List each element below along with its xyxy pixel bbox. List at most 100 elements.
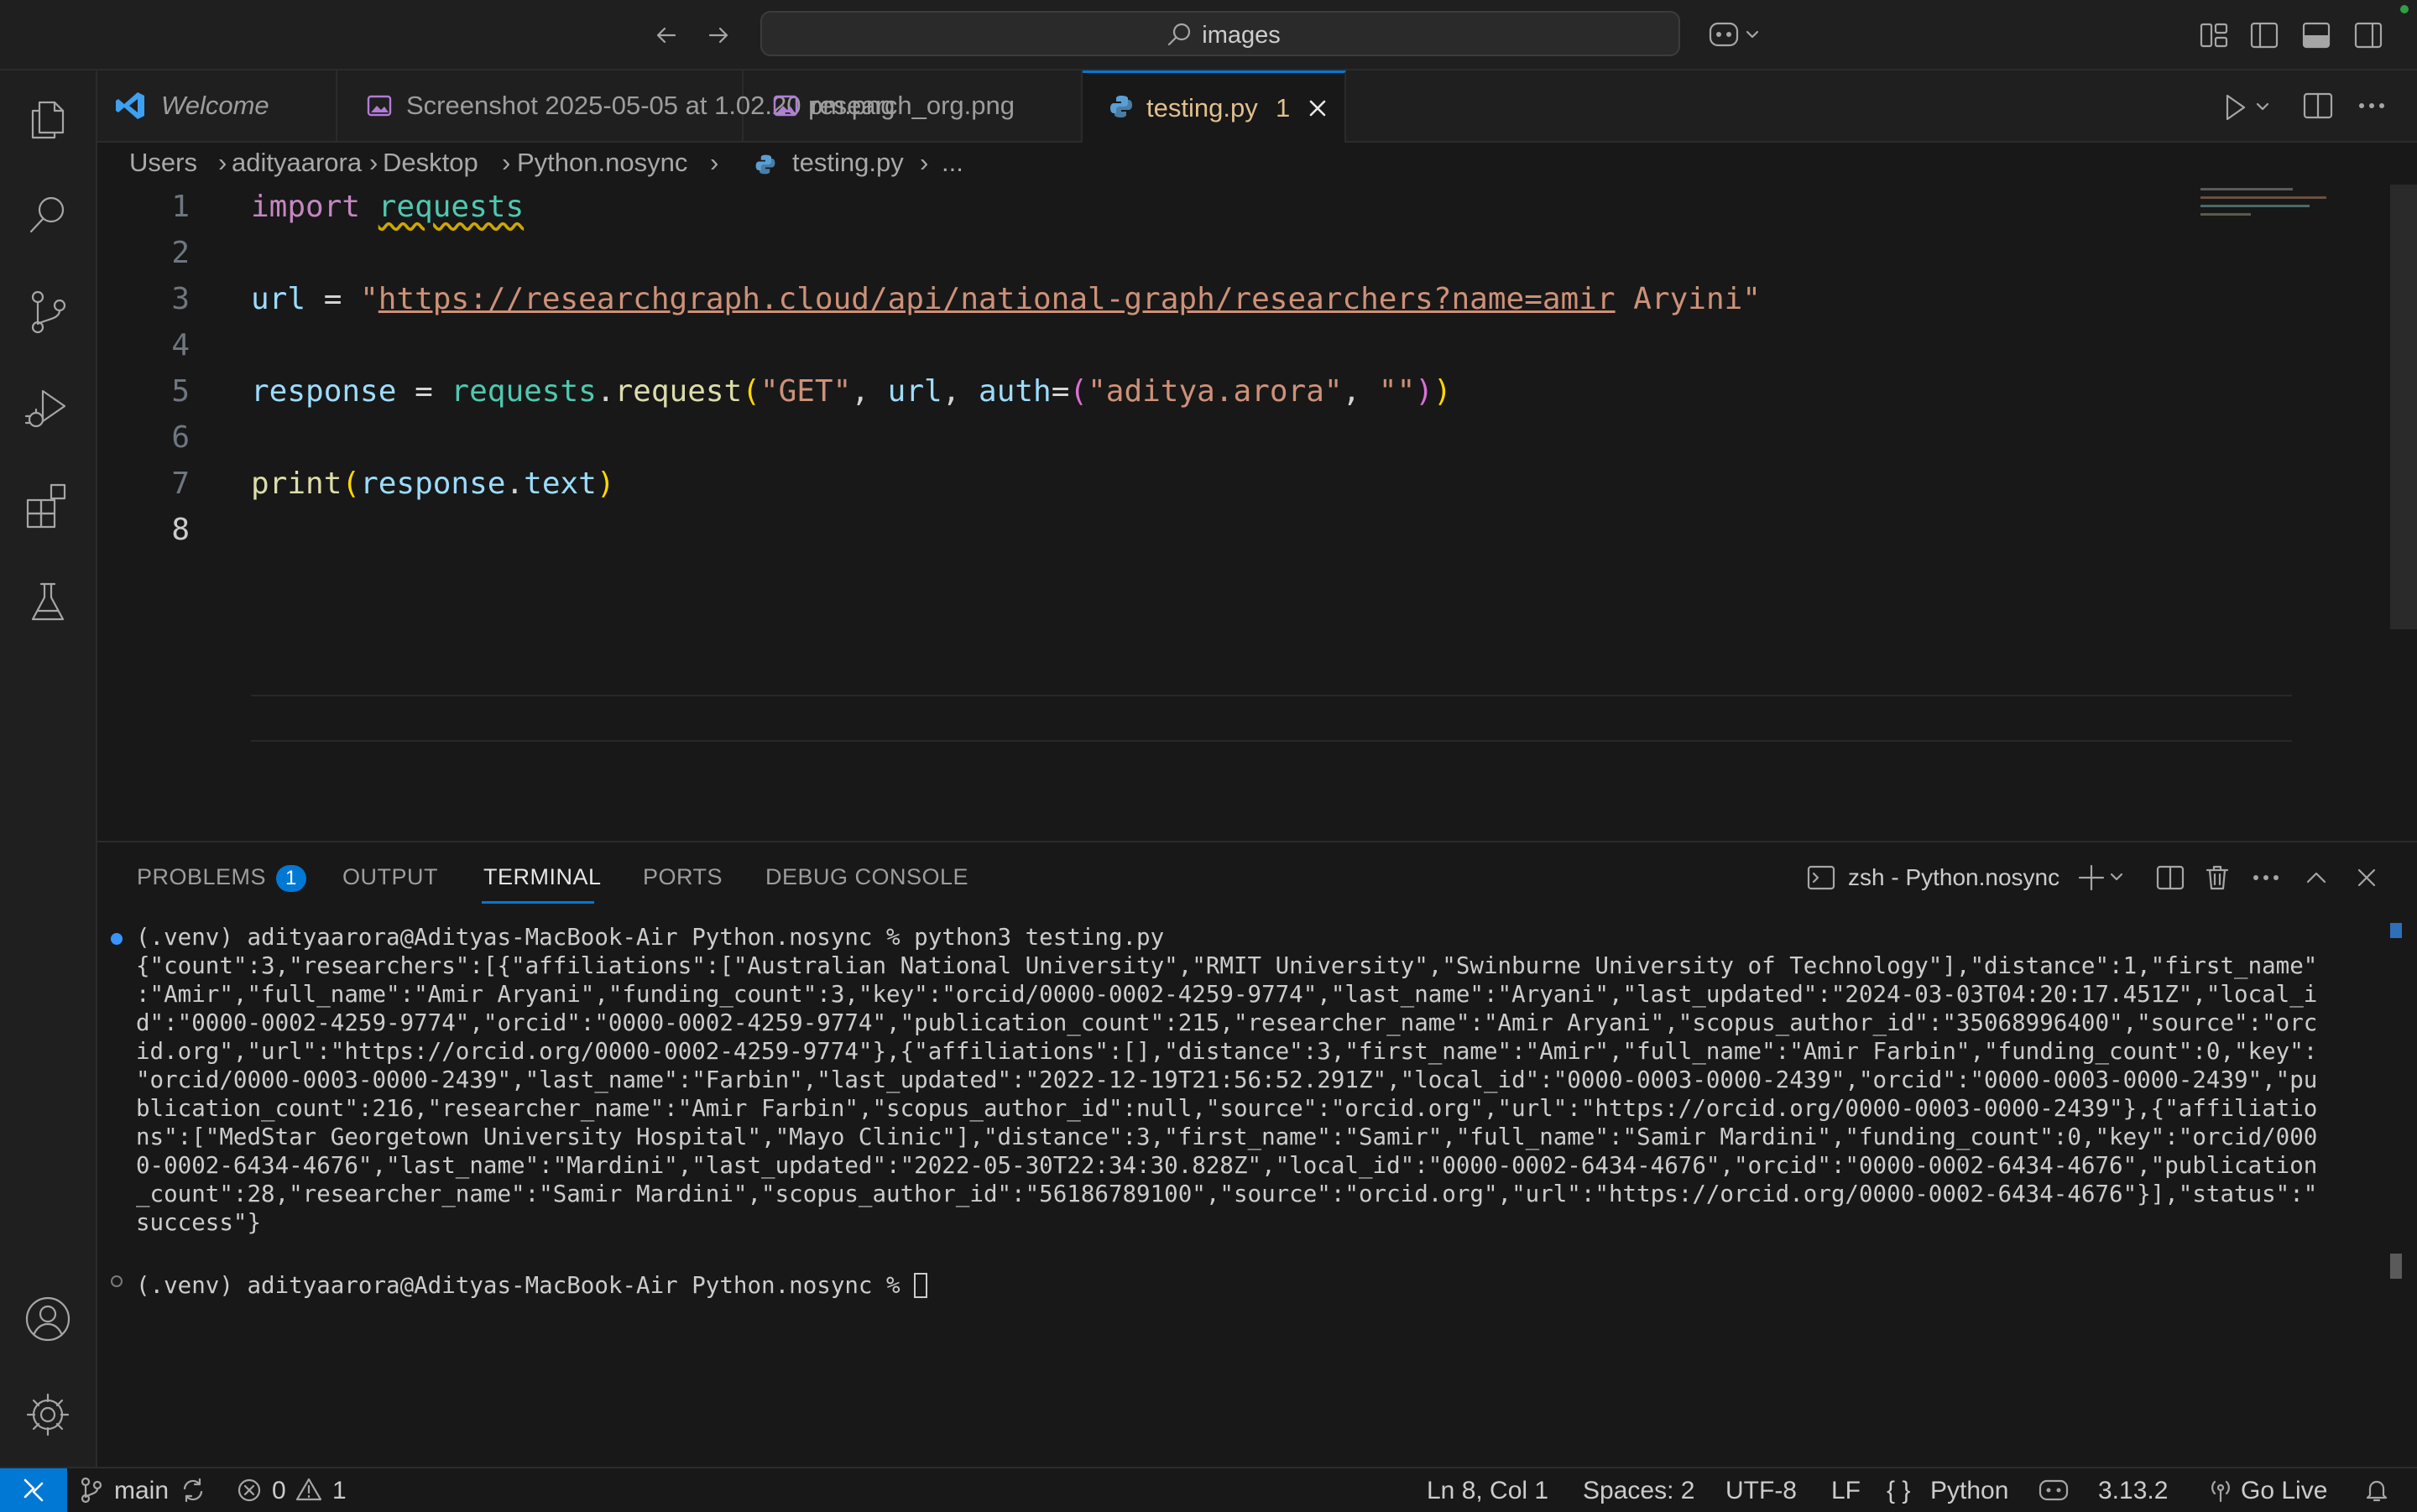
- maximize-panel-icon[interactable]: [2301, 863, 2331, 893]
- command-success-dot: [111, 933, 123, 945]
- code-line: 7 print(response.text): [97, 461, 2195, 508]
- tab-output[interactable]: OUTPUT: [342, 864, 438, 890]
- breadcrumb-item[interactable]: Desktop: [383, 148, 478, 178]
- end-of-line[interactable]: LF: [1831, 1477, 1861, 1505]
- tab-ports[interactable]: PORTS: [643, 864, 723, 890]
- tab-testing-py[interactable]: testing.py 1: [1083, 70, 1346, 143]
- code-editor[interactable]: 1 import requests 2 3 url = "https://res…: [97, 185, 2405, 839]
- copilot-status-icon[interactable]: [2038, 1477, 2070, 1504]
- split-editor-icon[interactable]: [2301, 89, 2335, 123]
- command-center-search[interactable]: images: [760, 11, 1680, 56]
- tab-problems-count: 1: [1276, 93, 1291, 123]
- more-actions-icon[interactable]: [2251, 863, 2281, 893]
- bracket: (: [1069, 374, 1088, 409]
- tab-screenshot-png[interactable]: Screenshot 2025-05-05 at 1.02.20 pm.png: [337, 70, 895, 141]
- editor-scrollbar[interactable]: [2390, 185, 2417, 629]
- string: Aryini": [1615, 282, 1761, 316]
- chevron-right-icon: ›: [218, 148, 227, 177]
- braces-icon: { }: [1887, 1477, 1911, 1504]
- tab-problems[interactable]: PROBLEMS 1: [137, 864, 306, 892]
- breadcrumb-item[interactable]: ...: [942, 148, 963, 178]
- toggle-panel-icon[interactable]: [2301, 20, 2331, 50]
- operator: ,: [1342, 374, 1379, 409]
- trash-icon[interactable]: [2202, 863, 2232, 893]
- line-number: 5: [171, 374, 190, 409]
- source-control-icon[interactable]: [23, 287, 73, 337]
- explorer-icon[interactable]: [23, 94, 73, 144]
- operator: =: [305, 282, 361, 316]
- close-icon[interactable]: [1304, 95, 1331, 122]
- customize-layout-icon[interactable]: [2199, 20, 2229, 50]
- split-terminal-icon[interactable]: [2155, 863, 2185, 893]
- tab-terminal[interactable]: TERMINAL: [483, 864, 602, 890]
- more-actions-icon[interactable]: [2355, 89, 2388, 123]
- remote-indicator[interactable]: [0, 1468, 67, 1512]
- code-line: 8: [97, 508, 2195, 554]
- bracket: (: [342, 467, 361, 501]
- run-debug-icon[interactable]: [23, 383, 73, 433]
- close-panel-icon[interactable]: [2352, 863, 2382, 893]
- module-name: requests: [378, 190, 525, 224]
- file-encoding[interactable]: UTF-8: [1725, 1477, 1797, 1505]
- operator: .: [596, 374, 615, 409]
- search-label: images: [1202, 22, 1281, 49]
- update-indicator-icon: [2400, 5, 2409, 13]
- terminal-line: success"}: [136, 1209, 262, 1236]
- indentation[interactable]: Spaces: 2: [1583, 1477, 1694, 1505]
- back-arrow-icon[interactable]: [650, 18, 683, 52]
- toggle-primary-sidebar-icon[interactable]: [2249, 20, 2279, 50]
- tab-debug-console[interactable]: DEBUG CONSOLE: [765, 864, 968, 890]
- attribute: text: [524, 467, 597, 501]
- git-branch[interactable]: main: [114, 1477, 169, 1505]
- terminal-name[interactable]: zsh - Python.nosync: [1848, 864, 2059, 891]
- terminal-output[interactable]: (.venv) adityaarora@Adityas-MacBook-Air …: [136, 923, 2385, 1300]
- minimap[interactable]: [2197, 185, 2390, 235]
- line-number: 3: [171, 282, 190, 316]
- sync-icon[interactable]: [180, 1477, 206, 1504]
- breadcrumb-item[interactable]: Python.nosync: [517, 148, 687, 178]
- terminal-line: ns":["MedStar Georgetown University Hosp…: [136, 1124, 2318, 1150]
- code-line: 6: [97, 415, 2195, 461]
- language-mode[interactable]: Python: [1930, 1477, 2008, 1505]
- breadcrumb-item[interactable]: Users: [129, 148, 197, 178]
- testing-flask-icon[interactable]: [23, 577, 73, 628]
- new-terminal-icon[interactable]: [2078, 863, 2128, 893]
- search-icon[interactable]: [23, 190, 73, 240]
- string: "": [1378, 374, 1416, 409]
- accounts-icon[interactable]: [23, 1294, 73, 1344]
- run-file-icon[interactable]: [2221, 91, 2276, 124]
- url-link[interactable]: https://researchgraph.cloud/api/national…: [378, 282, 1616, 316]
- breadcrumb-item[interactable]: testing.py: [792, 148, 904, 178]
- notifications-bell-icon[interactable]: [2363, 1477, 2390, 1504]
- string: "GET": [760, 374, 852, 409]
- manage-gear-icon[interactable]: [23, 1389, 73, 1440]
- terminal-scroll-thumb[interactable]: [2390, 1254, 2402, 1279]
- code-line: 2: [97, 231, 2195, 277]
- tab-research-org-png[interactable]: research_org.png: [744, 70, 1083, 141]
- copilot-icon[interactable]: [1707, 17, 1766, 54]
- python-version[interactable]: 3.13.2: [2098, 1477, 2168, 1505]
- bottom-panel: PROBLEMS 1 OUTPUT TERMINAL PORTS DEBUG CO…: [97, 841, 2417, 1468]
- terminal-line: {"count":3,"researchers":[{"affiliations…: [136, 952, 2318, 979]
- cursor-position[interactable]: Ln 8, Col 1: [1427, 1477, 1548, 1505]
- error-count[interactable]: 0: [272, 1477, 286, 1505]
- error-icon: [237, 1478, 262, 1503]
- forward-arrow-icon[interactable]: [702, 18, 735, 52]
- terminal-scrollbar[interactable]: [2390, 923, 2402, 938]
- variable: url: [251, 282, 306, 316]
- variable: url: [887, 374, 942, 409]
- function: request: [614, 374, 743, 409]
- broadcast-icon: [2207, 1477, 2234, 1504]
- title-bar: images: [0, 0, 2417, 70]
- line-number: 7: [171, 467, 190, 501]
- warning-count[interactable]: 1: [332, 1477, 347, 1505]
- toggle-secondary-sidebar-icon[interactable]: [2353, 20, 2383, 50]
- go-live-button[interactable]: Go Live: [2241, 1477, 2327, 1505]
- tab-welcome[interactable]: Welcome: [97, 70, 337, 141]
- current-line-highlight: [251, 695, 2292, 742]
- extensions-icon[interactable]: [23, 480, 73, 530]
- operator: ,: [851, 374, 888, 409]
- breadcrumb-item[interactable]: adityaarora: [232, 148, 362, 178]
- line-number: 2: [171, 236, 190, 270]
- image-file-icon: [366, 92, 393, 119]
